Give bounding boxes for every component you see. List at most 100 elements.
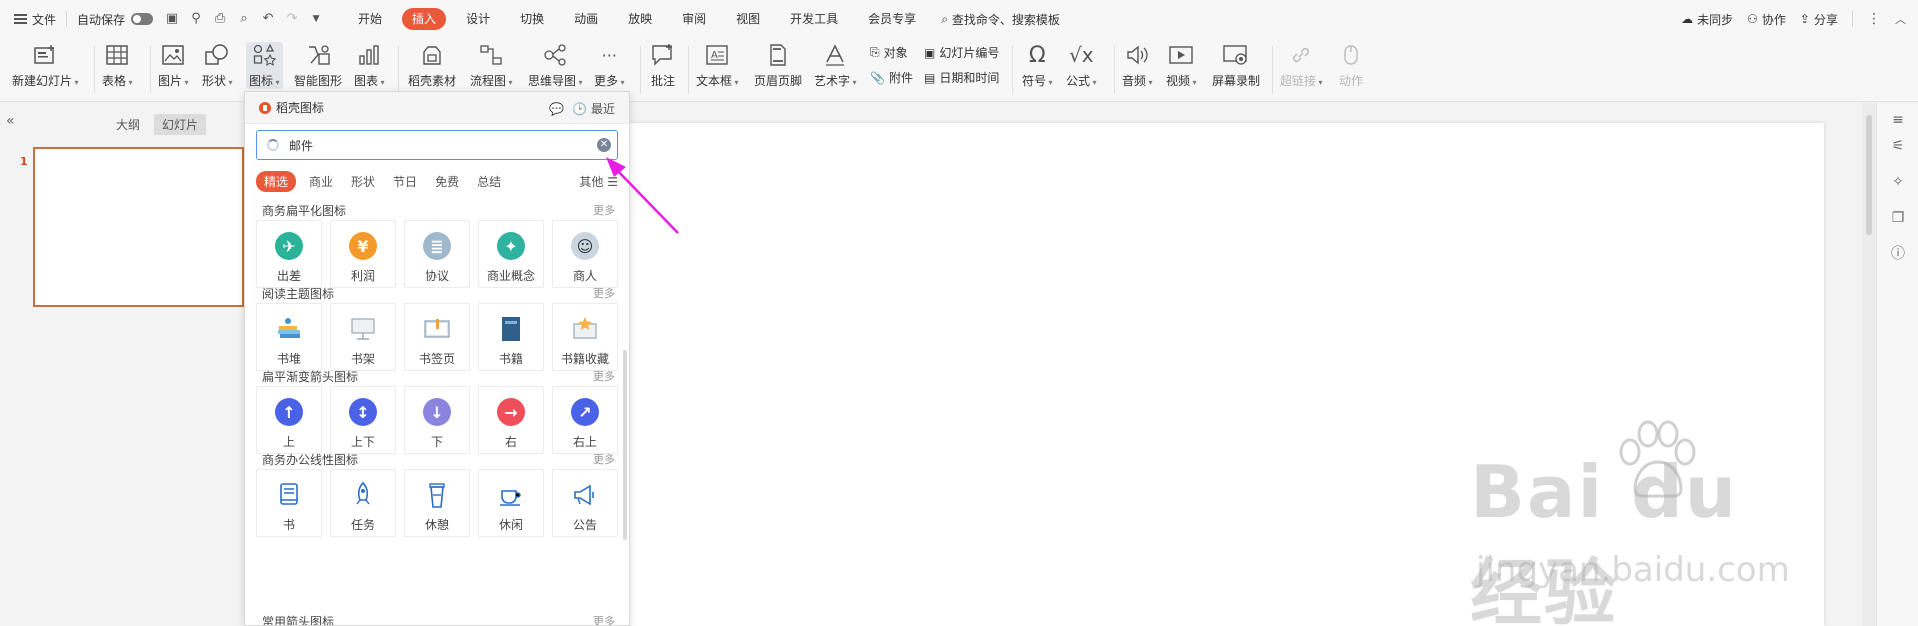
save-icon[interactable]: ▣ xyxy=(165,12,179,26)
category-shapes[interactable]: 形状 xyxy=(342,173,384,190)
chart-button[interactable]: 图表 xyxy=(354,42,385,89)
tab-design[interactable]: 设计 xyxy=(451,8,505,30)
clear-search-icon[interactable]: ✕ xyxy=(597,138,611,152)
tab-review[interactable]: 审阅 xyxy=(667,8,721,30)
collaborate-button[interactable]: ⚇ 协作 xyxy=(1747,11,1786,28)
icon-label: 图标 xyxy=(249,72,280,89)
autosave-toggle[interactable]: 自动保存 xyxy=(77,11,154,28)
shape-button[interactable]: 形状 xyxy=(202,42,233,89)
icon-cell[interactable]: 书 xyxy=(256,469,322,537)
tab-member[interactable]: 会员专享 xyxy=(853,8,931,30)
docer-material-button[interactable]: 稻壳素材 xyxy=(408,42,456,89)
formula-button[interactable]: √x 公式 xyxy=(1066,42,1097,89)
panel-scrollbar[interactable] xyxy=(623,350,627,540)
symbol-button[interactable]: Ω 符号 xyxy=(1022,42,1053,89)
new-slide-button[interactable]: 新建幻灯片 xyxy=(12,42,79,89)
slide-thumbnail[interactable] xyxy=(33,147,244,307)
category-summary[interactable]: 总结 xyxy=(468,173,510,190)
tab-view[interactable]: 视图 xyxy=(721,8,775,30)
more-options-icon[interactable]: ⋮ xyxy=(1867,11,1881,27)
audio-button[interactable]: 音频 xyxy=(1122,42,1153,89)
tab-home[interactable]: 开始 xyxy=(343,8,397,30)
icon-cell[interactable]: ↓ 下 xyxy=(404,386,470,454)
object-button[interactable]: ⎘ 对象 xyxy=(870,44,908,61)
icon-cell[interactable]: 休憩 xyxy=(404,469,470,537)
section-more-link[interactable]: 更多 xyxy=(593,451,615,467)
category-holidays[interactable]: 节日 xyxy=(384,173,426,190)
collapse-panel-icon[interactable]: « xyxy=(6,113,15,129)
format-painter-icon[interactable]: ⚲ xyxy=(189,12,203,26)
print-icon[interactable]: ⎙ xyxy=(213,12,227,26)
wordart-button[interactable]: 艺术字 xyxy=(814,42,857,89)
icon-cell[interactable]: ✈ 出差 xyxy=(256,220,322,288)
tab-developer[interactable]: 开发工具 xyxy=(775,8,853,30)
table-icon xyxy=(104,42,130,68)
tab-insert[interactable]: 插入 xyxy=(402,8,447,30)
help-icon[interactable]: ⓘ xyxy=(1889,245,1907,263)
hyperlink-button[interactable]: 超链接 xyxy=(1280,42,1323,89)
category-business[interactable]: 商业 xyxy=(300,173,342,190)
action-button[interactable]: 动作 xyxy=(1338,42,1364,89)
pin-icon[interactable]: ✧ xyxy=(1889,173,1907,191)
flowchart-button[interactable]: 流程图 xyxy=(470,42,513,89)
category-featured[interactable]: 精选 xyxy=(256,170,297,192)
tab-slideshow[interactable]: 放映 xyxy=(613,8,667,30)
icon-button[interactable]: 图标 xyxy=(246,42,283,89)
slides-panel-icon[interactable]: ❐ xyxy=(1889,209,1907,227)
more-insert-button[interactable]: ··· 更多 xyxy=(594,42,625,89)
icon-cell[interactable]: 任务 xyxy=(330,469,396,537)
slide-number-label: 幻灯片编号 xyxy=(939,46,1000,60)
section-more-link[interactable]: 更多 xyxy=(593,285,615,301)
settings-sliders-icon[interactable]: ⚟ xyxy=(1889,137,1907,155)
icon-cell[interactable]: 休闲 xyxy=(478,469,544,537)
undo-icon[interactable]: ↶ xyxy=(261,12,275,26)
icon-cell[interactable]: ↕ 上下 xyxy=(330,386,396,454)
icon-cell[interactable]: 书签页 xyxy=(404,303,470,371)
feedback-icon[interactable]: 💬 xyxy=(549,102,564,116)
icon-cell[interactable]: ↗ 右上 xyxy=(552,386,618,454)
icon-cell[interactable]: ¥ 利润 xyxy=(330,220,396,288)
icon-cell[interactable]: 书架 xyxy=(330,303,396,371)
video-label: 视频 xyxy=(1166,72,1197,89)
recent-button[interactable]: 🕒 最近 xyxy=(572,100,615,117)
command-search[interactable]: ⌕ 查找命令、搜索模板 xyxy=(941,11,1060,28)
comment-button[interactable]: 批注 xyxy=(650,42,676,89)
picture-button[interactable]: 图片 xyxy=(158,42,189,89)
category-free[interactable]: 免费 xyxy=(426,173,468,190)
attachment-button[interactable]: 📎 附件 xyxy=(870,69,913,86)
icon-cell[interactable]: 公告 xyxy=(552,469,618,537)
tab-animation[interactable]: 动画 xyxy=(559,8,613,30)
tab-outline[interactable]: 大纲 xyxy=(108,114,148,135)
tab-transitions[interactable]: 切换 xyxy=(505,8,559,30)
icon-cell[interactable]: ↑ 上 xyxy=(256,386,322,454)
customize-toolbar-icon[interactable]: ▼ xyxy=(309,12,323,26)
header-footer-button[interactable]: 页眉页脚 xyxy=(754,42,802,89)
table-button[interactable]: 表格 xyxy=(102,42,133,89)
redo-icon[interactable]: ↷ xyxy=(285,12,299,26)
icon-cell[interactable]: → 右 xyxy=(478,386,544,454)
menu-icon[interactable]: ≡ xyxy=(1889,111,1907,129)
scrollbar-thumb[interactable] xyxy=(1866,115,1872,235)
section-more-link[interactable]: 更多 xyxy=(593,368,615,384)
file-menu-button[interactable]: 文件 xyxy=(14,11,56,28)
share-button[interactable]: ⇪ 分享 xyxy=(1800,11,1838,28)
section-more-link[interactable]: 更多 xyxy=(593,613,615,625)
icon-search-input[interactable]: 邮件 ✕ xyxy=(256,130,618,160)
vertical-scrollbar[interactable] xyxy=(1862,103,1876,626)
screen-record-button[interactable]: 屏幕录制 xyxy=(1212,42,1260,89)
icon-cell[interactable]: 书籍收藏 xyxy=(552,303,618,371)
tab-slides[interactable]: 幻灯片 xyxy=(154,114,207,135)
date-time-button[interactable]: ▤ 日期和时间 xyxy=(924,69,999,86)
video-button[interactable]: 视频 xyxy=(1166,42,1197,89)
mindmap-button[interactable]: 思维导图 xyxy=(528,42,583,89)
sync-button[interactable]: ☁ 未同步 xyxy=(1681,11,1733,28)
slide-number-button[interactable]: ▣ 幻灯片编号 xyxy=(924,44,999,61)
collapse-ribbon-icon[interactable]: ︿ xyxy=(1895,11,1906,27)
icon-cell[interactable]: ≣ 协议 xyxy=(404,220,470,288)
icon-cell[interactable]: 书堆 xyxy=(256,303,322,371)
icon-cell[interactable]: 书籍 xyxy=(478,303,544,371)
smart-art-button[interactable]: 智能图形 xyxy=(294,42,342,89)
textbox-button[interactable]: A 文本框 xyxy=(696,42,739,89)
print-preview-icon[interactable]: ⌕ xyxy=(237,12,251,26)
icon-cell[interactable]: ✦ 商业概念 xyxy=(478,220,544,288)
